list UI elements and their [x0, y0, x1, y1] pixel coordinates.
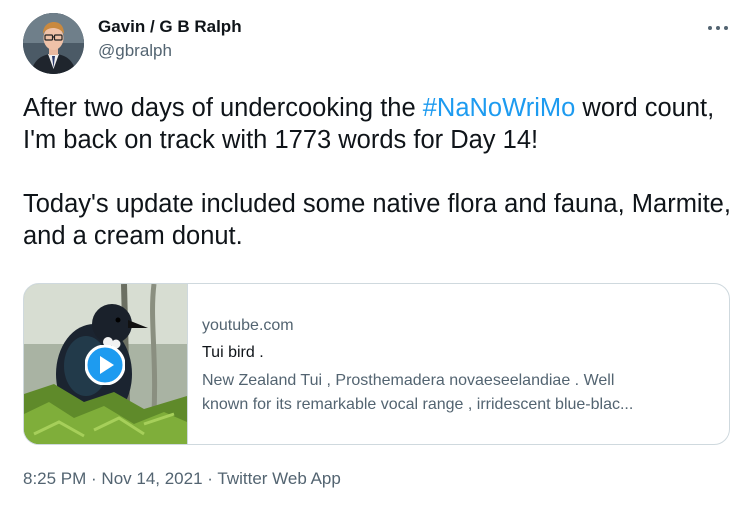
tweet-metadata: 8:25 PM · Nov 14, 2021 · Twitter Web App	[23, 468, 341, 490]
tweet-paragraph-2: Today's update included some native flor…	[23, 190, 731, 250]
tweet-time[interactable]: 8:25 PM	[23, 469, 86, 488]
meta-separator: ·	[202, 469, 218, 488]
tweet-text-start: After two days of undercooking the	[23, 94, 423, 122]
avatar-image	[23, 13, 84, 74]
card-thumbnail[interactable]	[24, 284, 188, 444]
tweet-paragraph-1: After two days of undercooking the #NaNo…	[23, 92, 735, 156]
author-handle[interactable]: @gbralph	[98, 40, 242, 62]
more-options-icon[interactable]	[708, 22, 730, 34]
play-icon[interactable]	[85, 345, 125, 385]
tweet-text: After two days of undercooking the #NaNo…	[23, 92, 735, 252]
tweet-date[interactable]: Nov 14, 2021	[101, 469, 202, 488]
author-display-name[interactable]: Gavin / G B Ralph	[98, 16, 242, 38]
card-description-line-2: known for its remarkable vocal range , i…	[202, 396, 634, 413]
card-description-line-1: New Zealand Tui , Prosthemadera novaesee…	[202, 372, 615, 389]
meta-separator: ·	[86, 469, 102, 488]
card-domain: youtube.com	[202, 317, 294, 334]
card-body[interactable]: youtube.com Tui bird . New Zealand Tui ,…	[202, 316, 715, 417]
hashtag-link[interactable]: #NaNoWriMo	[423, 94, 576, 122]
link-card[interactable]: youtube.com Tui bird . New Zealand Tui ,…	[23, 283, 730, 445]
tweet-source[interactable]: Twitter Web App	[217, 469, 340, 488]
author-info[interactable]: Gavin / G B Ralph @gbralph	[98, 16, 242, 62]
card-title: Tui bird .	[202, 344, 264, 361]
card-description: New Zealand Tui , Prosthemadera novaesee…	[202, 369, 715, 417]
avatar[interactable]	[23, 13, 84, 74]
